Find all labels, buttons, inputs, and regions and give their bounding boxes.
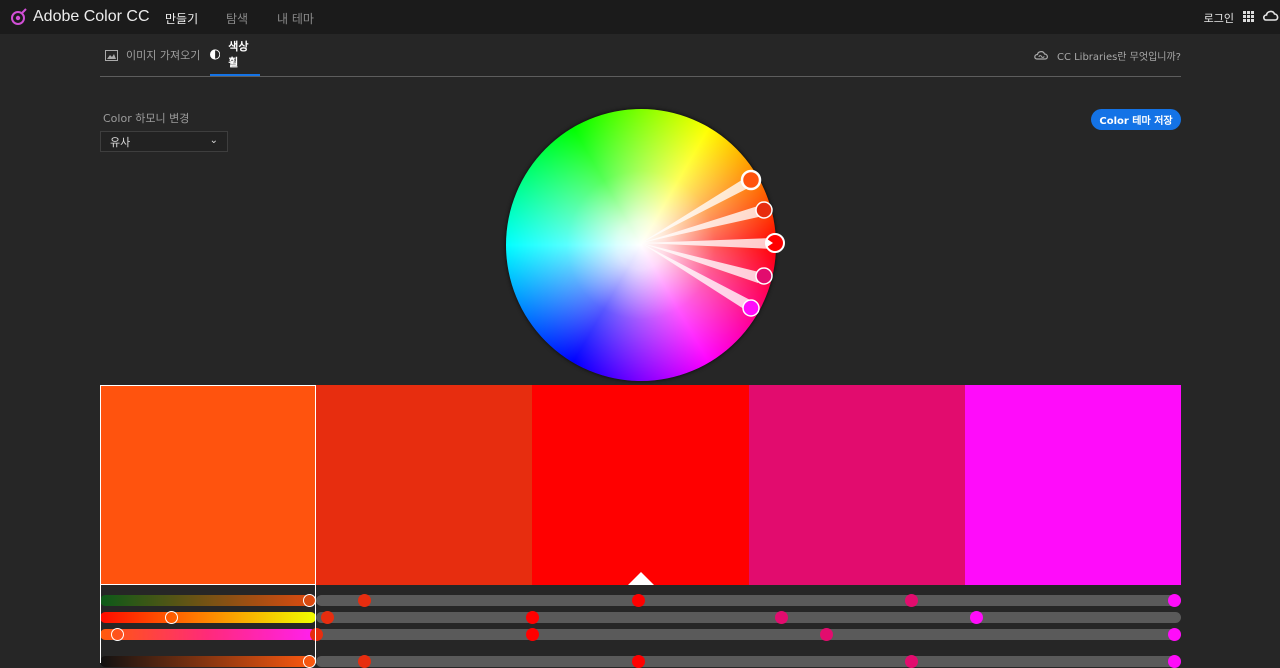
slider-knob[interactable] (321, 611, 334, 624)
slider-row-1[interactable] (100, 594, 1181, 607)
nav-explore[interactable]: 탐색 (226, 10, 248, 27)
slider-row-4[interactable] (100, 655, 1181, 668)
slider-knob[interactable] (357, 594, 371, 607)
slider-knob[interactable] (1168, 594, 1181, 607)
swatch-5[interactable] (964, 385, 1182, 585)
app-switcher-icon[interactable] (1243, 11, 1254, 22)
handle-spoke (641, 243, 754, 311)
tab-color-wheel-label: 색상 휠 (228, 40, 249, 69)
slider-track[interactable] (316, 656, 1181, 667)
slider-gradient[interactable] (100, 595, 316, 606)
cc-libraries-icon (1034, 51, 1048, 60)
tab-image-import[interactable]: 이미지 가져오기 (105, 34, 200, 76)
swatch-3[interactable] (532, 385, 749, 585)
color-handle[interactable] (755, 201, 773, 219)
nav-create[interactable]: 만들기 (165, 10, 198, 27)
adobe-color-logo-icon[interactable] (10, 7, 28, 27)
top-bar: Adobe Color CC 만들기 탐색 내 테마 로그인 (0, 0, 1280, 34)
color-wheel-icon (210, 48, 221, 60)
login-link[interactable]: 로그인 (1204, 10, 1234, 26)
tab-color-wheel[interactable]: 색상 휠 (210, 34, 260, 76)
color-wheel-handles[interactable] (500, 103, 785, 386)
harmony-label: Color 하모니 변경 (103, 112, 190, 125)
creative-cloud-icon[interactable] (1262, 7, 1280, 25)
slider-knob[interactable] (1168, 628, 1181, 641)
slider-knob[interactable] (775, 611, 789, 624)
slider-knob[interactable] (904, 594, 918, 607)
swatch-4[interactable] (748, 385, 965, 585)
slider-gradient[interactable] (100, 629, 316, 640)
slider-knob[interactable] (1168, 655, 1181, 668)
app-title[interactable]: Adobe Color CC (33, 8, 150, 26)
slider-row-3[interactable] (100, 628, 1181, 641)
slider-knob[interactable] (303, 594, 317, 607)
harmony-rule-select[interactable]: 유사 ⌄ (100, 131, 228, 152)
swatch-1[interactable] (100, 385, 317, 585)
handle-spoke (641, 178, 754, 243)
color-handle[interactable] (755, 267, 773, 285)
color-wheel[interactable] (500, 103, 785, 386)
nav-my-themes[interactable]: 내 테마 (277, 10, 314, 27)
slider-knob[interactable] (969, 611, 983, 624)
base-color-marker-icon (627, 572, 654, 585)
slider-knob[interactable] (904, 655, 918, 668)
slider-knob[interactable] (303, 655, 317, 668)
cc-libraries-link[interactable]: CC Libraries란 무엇입니까? (1034, 34, 1181, 76)
chevron-down-icon: ⌄ (209, 135, 218, 146)
slider-knob[interactable] (357, 655, 371, 668)
color-handle[interactable] (740, 169, 762, 191)
color-handle[interactable] (742, 299, 760, 317)
swatch-strip (100, 385, 1182, 585)
harmony-rule-value: 유사 (110, 136, 131, 149)
slider-track[interactable] (316, 612, 1181, 623)
slider-gradient[interactable] (100, 656, 316, 667)
slider-row-2[interactable] (100, 611, 1181, 624)
image-icon (105, 49, 118, 61)
save-theme-button[interactable]: Color 테마 저장 (1091, 109, 1181, 130)
slider-track[interactable] (316, 629, 1181, 640)
sub-navigation: 이미지 가져오기 색상 휠 CC Libraries란 무엇입니까? (100, 34, 1181, 77)
tab-image-import-label: 이미지 가져오기 (126, 49, 201, 62)
swatch-2[interactable] (316, 385, 533, 585)
handle-spoke (641, 238, 773, 249)
cc-libraries-link-label: CC Libraries란 무엇입니까? (1056, 51, 1181, 63)
slider-track[interactable] (316, 595, 1181, 606)
slider-gradient[interactable] (100, 612, 316, 623)
